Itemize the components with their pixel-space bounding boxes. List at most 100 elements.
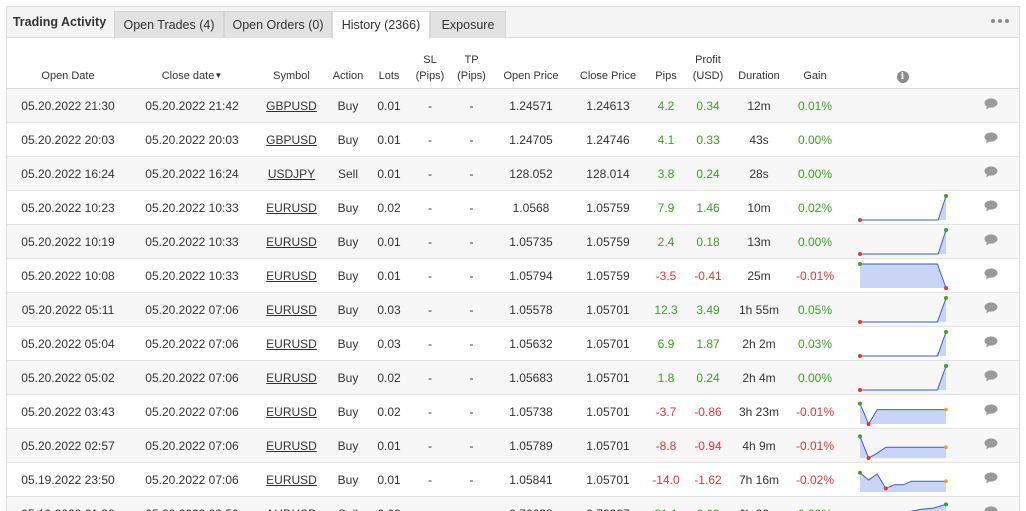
table-row: 05.20.2022 20:03 05.20.2022 20:03 GBPUSD Bu… — [7, 122, 1019, 157]
sl-cell: - — [410, 462, 450, 497]
open-date-cell: 05.20.2022 05:02 — [7, 360, 129, 395]
table-row: 05.20.2022 10:19 05.20.2022 10:33 EURUSD Bu… — [7, 224, 1019, 259]
col-action[interactable]: Action — [328, 38, 368, 89]
col-open-price[interactable]: Open Price — [493, 38, 569, 89]
close-price-cell: 1.05701 — [569, 462, 647, 497]
symbol-link[interactable]: EURUSD — [266, 371, 317, 385]
symbol-link[interactable]: EURUSD — [266, 405, 317, 419]
close-date-cell: 05.20.2022 10:33 — [129, 258, 255, 293]
table-row: 05.20.2022 21:30 05.20.2022 21:42 GBPUSD Bu… — [7, 88, 1019, 123]
comment-icon[interactable] — [984, 472, 998, 484]
symbol-link[interactable]: USDJPY — [268, 167, 315, 181]
symbol-cell: GBPUSD — [255, 122, 328, 157]
tab-open-orders[interactable]: Open Orders (0) — [224, 11, 332, 38]
col-chart: i — [843, 38, 962, 89]
profit-cell: 0.33 — [685, 122, 731, 157]
comment-icon[interactable] — [984, 370, 998, 382]
symbol-link[interactable]: AUDUSD — [266, 507, 317, 511]
sparkline-min-dot — [857, 251, 862, 256]
sparkline-area — [859, 331, 946, 356]
symbol-link[interactable]: GBPUSD — [266, 99, 317, 113]
col-close-date[interactable]: Close date▼ — [129, 38, 255, 89]
symbol-link[interactable]: GBPUSD — [266, 133, 317, 147]
symbol-link[interactable]: EURUSD — [266, 303, 317, 317]
action-cell: Buy — [328, 190, 368, 225]
lots-cell: 0.01 — [368, 224, 410, 259]
panel-title: Trading Activity — [12, 15, 107, 29]
table-row: 05.20.2022 10:08 05.20.2022 10:33 EURUSD Bu… — [7, 258, 1019, 293]
col-tp[interactable]: TP (Pips) — [450, 38, 493, 89]
symbol-link[interactable]: EURUSD — [266, 235, 317, 249]
profit-cell: 0.34 — [685, 88, 731, 123]
tp-cell: - — [450, 326, 493, 361]
symbol-link[interactable]: EURUSD — [266, 439, 317, 453]
info-icon[interactable]: i — [896, 71, 909, 83]
col-gain[interactable]: Gain — [787, 38, 843, 89]
sparkline-min-dot — [857, 353, 862, 358]
action-cell: Buy — [328, 326, 368, 361]
col-profit[interactable]: Profit (USD) — [685, 38, 731, 89]
sparkline-line — [859, 365, 946, 390]
col-lots[interactable]: Lots — [368, 38, 410, 89]
open-date-cell: 05.20.2022 05:04 — [7, 326, 129, 361]
comment-icon[interactable] — [984, 98, 998, 110]
symbol-cell: EURUSD — [255, 190, 328, 225]
symbol-cell: EURUSD — [255, 428, 328, 463]
comment-icon[interactable] — [984, 404, 998, 416]
comment-icon[interactable] — [984, 234, 998, 246]
comment-icon[interactable] — [984, 166, 998, 178]
comment-icon[interactable] — [984, 268, 998, 280]
col-duration[interactable]: Duration — [731, 38, 787, 89]
duration-cell: 3h 23m — [731, 394, 787, 429]
close-date-cell: 05.20.2022 21:42 — [129, 88, 255, 123]
sparkline-min-dot — [883, 485, 888, 490]
action-cell: Buy — [328, 360, 368, 395]
symbol-link[interactable]: EURUSD — [266, 269, 317, 283]
comment-cell — [962, 258, 1019, 293]
more-dots-icon[interactable] — [991, 16, 1009, 26]
open-date-cell: 05.20.2022 10:23 — [7, 190, 129, 225]
action-cell: Buy — [328, 88, 368, 123]
sl-cell: - — [410, 258, 450, 293]
lots-cell: 0.01 — [368, 258, 410, 293]
tab-open-trades[interactable]: Open Trades (4) — [114, 11, 224, 38]
symbol-cell: EURUSD — [255, 292, 328, 327]
col-symbol[interactable]: Symbol — [255, 38, 328, 89]
comment-icon[interactable] — [984, 132, 998, 144]
close-date-cell: 05.20.2022 07:06 — [129, 462, 255, 497]
table-row: 05.20.2022 05:11 05.20.2022 07:06 EURUSD Bu… — [7, 292, 1019, 327]
comment-cell — [962, 360, 1019, 395]
comment-icon[interactable] — [984, 336, 998, 348]
tab-exposure[interactable]: Exposure — [430, 11, 506, 38]
tp-cell: - — [450, 190, 493, 225]
sparkline-min-dot — [857, 217, 862, 222]
comment-icon[interactable] — [984, 200, 998, 212]
duration-cell: 13m — [731, 224, 787, 259]
open-date-cell: 05.19.2022 23:50 — [7, 462, 129, 497]
sparkline-line — [859, 331, 946, 356]
comment-icon[interactable] — [984, 438, 998, 450]
sl-cell: - — [410, 88, 450, 123]
sparkline-area — [859, 472, 946, 492]
close-price-cell: 1.05701 — [569, 360, 647, 395]
gain-cell: 0.00% — [787, 360, 843, 395]
pips-cell: 7.9 — [647, 190, 685, 225]
close-date-cell: 05.20.2022 07:06 — [129, 360, 255, 395]
comment-cell — [962, 496, 1019, 511]
col-open-date[interactable]: Open Date — [7, 38, 129, 89]
open-date-cell: 05.20.2022 05:11 — [7, 292, 129, 327]
comment-icon[interactable] — [984, 506, 998, 511]
symbol-link[interactable]: EURUSD — [266, 201, 317, 215]
duration-cell: 10m — [731, 190, 787, 225]
col-sl[interactable]: SL (Pips) — [410, 38, 450, 89]
gain-cell: -0.02% — [787, 462, 843, 497]
open-price-cell: 1.24571 — [493, 88, 569, 123]
col-close-price[interactable]: Close Price — [569, 38, 647, 89]
comment-icon[interactable] — [984, 302, 998, 314]
sl-cell: - — [410, 224, 450, 259]
close-date-cell: 05.20.2022 07:06 — [129, 326, 255, 361]
col-pips[interactable]: Pips — [647, 38, 685, 89]
tab-history[interactable]: History (2366) — [332, 11, 430, 39]
symbol-link[interactable]: EURUSD — [266, 337, 317, 351]
symbol-link[interactable]: EURUSD — [266, 473, 317, 487]
